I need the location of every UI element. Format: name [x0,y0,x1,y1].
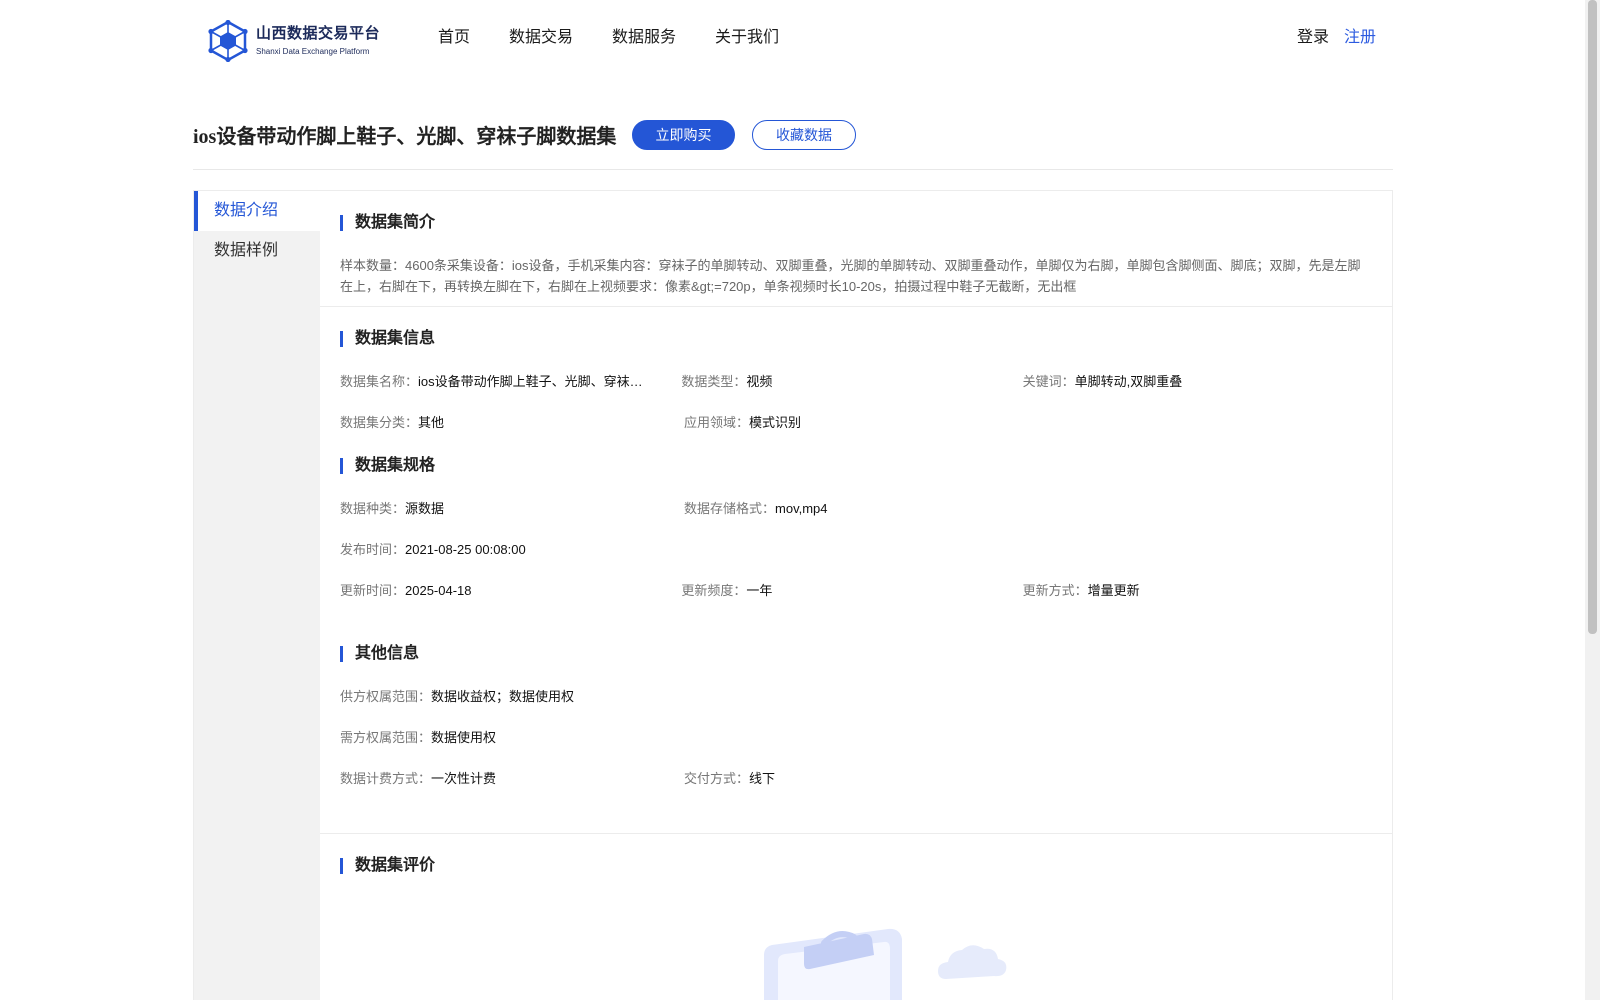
field-demand-rights: 需方权属范围：数据使用权 [340,728,684,748]
field-label: 发布时间： [340,542,406,557]
nav-home[interactable]: 首页 [438,27,470,49]
section-dataset-info: 数据集信息 数据集名称：ios设备带动作脚上鞋子、光脚、穿袜子脚数据集 数据类型… [320,307,1392,834]
nav-data-services[interactable]: 数据服务 [612,27,676,49]
field-value: 单脚转动,双脚重叠 [1074,374,1183,389]
field-data-kind: 数据种类：源数据 [340,499,684,519]
info-row: 数据种类：源数据 数据存储格式：mov,mp4 [340,499,1364,519]
field-label: 数据种类： [340,501,406,516]
logo-title-cn: 山西数据交易平台 [256,24,381,42]
field-label: 数据集分类： [340,415,419,430]
site-header: 山西数据交易平台 Shanxi Data Exchange Platform 首… [0,0,1585,78]
field-label: 供方权属范围： [340,689,432,704]
favorite-dataset-button[interactable]: 收藏数据 [752,120,856,150]
field-keywords: 关键词：单脚转动,双脚重叠 [1023,372,1364,392]
field-update-time: 更新时间：2025-04-18 [340,581,681,601]
field-value: 增量更新 [1087,583,1140,598]
field-dataset-name: 数据集名称：ios设备带动作脚上鞋子、光脚、穿袜子脚数据集 [340,372,681,392]
field-application-domain: 应用领域：模式识别 [684,413,1028,433]
field-supply-rights: 供方权属范围：数据收益权；数据使用权 [340,687,684,707]
info-row: 发布时间：2021-08-25 00:08:00 [340,540,1364,560]
page-scrollbar[interactable] [1585,0,1600,1000]
field-billing-method: 数据计费方式：一次性计费 [340,769,684,789]
field-label: 需方权属范围： [340,730,432,745]
field-label: 数据类型： [681,374,747,389]
detail-sidebar: 数据介绍 数据样例 [194,191,320,1000]
field-label: 交付方式： [684,771,750,786]
field-label: 数据集名称： [340,374,419,389]
field-dataset-category: 数据集分类：其他 [340,413,684,433]
field-value: 一年 [746,583,773,598]
field-value: 数据收益权；数据使用权 [431,689,575,704]
section-heading-evaluation: 数据集评价 [340,856,1364,876]
info-row: 更新时间：2025-04-18 更新频度：一年 更新方式：增量更新 [340,581,1364,601]
dataset-intro-text: 样本数量：4600条采集设备：ios设备，手机采集内容：穿袜子的单脚转动、双脚重… [340,258,1361,294]
field-update-frequency: 更新频度：一年 [681,581,1022,601]
field-value: 源数据 [405,501,445,516]
nav-data-trading[interactable]: 数据交易 [509,27,573,49]
auth-links: 登录 注册 [1282,27,1376,49]
field-update-mode: 更新方式：增量更新 [1023,581,1364,601]
field-delivery-method: 交付方式：线下 [684,769,1028,789]
section-heading-info: 数据集信息 [340,329,1364,349]
logo-title-en: Shanxi Data Exchange Platform [256,46,370,56]
sidebar-item-data-intro[interactable]: 数据介绍 [194,191,320,231]
field-label: 更新时间： [340,583,406,598]
login-link[interactable]: 登录 [1297,27,1329,49]
field-value: 线下 [749,771,776,786]
field-publish-time: 发布时间：2021-08-25 00:08:00 [340,540,684,560]
section-heading-spec: 数据集规格 [340,456,1364,476]
dataset-detail-panel: 数据介绍 数据样例 数据集简介 样本数量：4600条采集设备：ios设备，手机采… [193,190,1393,1000]
field-label: 数据存储格式： [684,501,776,516]
info-row: 数据集分类：其他 应用领域：模式识别 [340,413,1364,433]
nav-about-us[interactable]: 关于我们 [715,27,779,49]
field-label: 更新方式： [1022,583,1088,598]
field-value: 视频 [746,374,773,389]
detail-content: 数据集简介 样本数量：4600条采集设备：ios设备，手机采集内容：穿袜子的单脚… [320,191,1392,1000]
field-value: 其他 [418,415,445,430]
field-value: mov,mp4 [775,501,828,516]
field-label: 应用领域： [684,415,750,430]
field-label: 更新频度： [681,583,747,598]
field-value: 2021-08-25 00:08:00 [405,542,526,557]
logo-text: 山西数据交易平台 Shanxi Data Exchange Platform [256,25,380,58]
page-title: ios设备带动作脚上鞋子、光脚、穿袜子脚数据集 [193,126,617,148]
section-dataset-evaluation: 数据集评价 [320,834,1392,1000]
main-nav: 首页 数据交易 数据服务 关于我们 [438,27,818,49]
section-heading-other: 其他信息 [340,644,1364,664]
info-row: 需方权属范围：数据使用权 [340,728,1364,748]
empty-clipboard-icon [764,928,1007,1000]
site-logo[interactable]: 山西数据交易平台 Shanxi Data Exchange Platform [208,20,380,62]
sidebar-item-data-sample[interactable]: 数据样例 [194,231,320,271]
section-heading-intro: 数据集简介 [340,213,1364,233]
register-link[interactable]: 注册 [1344,27,1376,49]
field-data-type: 数据类型：视频 [681,372,1022,392]
info-row: 数据计费方式：一次性计费 交付方式：线下 [340,769,1364,789]
logo-hexagon-icon [208,20,248,62]
dataset-title-bar: ios设备带动作脚上鞋子、光脚、穿袜子脚数据集 立即购买 收藏数据 [193,118,1393,170]
field-value: 数据使用权 [431,730,497,745]
field-value: 2025-04-18 [405,583,472,598]
field-label: 关键词： [1022,374,1075,389]
info-row: 供方权属范围：数据收益权；数据使用权 [340,687,1364,707]
scrollbar-thumb[interactable] [1588,0,1597,634]
section-dataset-intro: 数据集简介 样本数量：4600条采集设备：ios设备，手机采集内容：穿袜子的单脚… [320,191,1392,307]
field-label: 数据计费方式： [340,771,432,786]
field-value: 模式识别 [749,415,802,430]
buy-now-button[interactable]: 立即购买 [632,120,735,150]
field-storage-format: 数据存储格式：mov,mp4 [684,499,1028,519]
field-value: 一次性计费 [431,771,497,786]
field-value: ios设备带动作脚上鞋子、光脚、穿袜子脚数据集 [418,374,648,389]
info-row: 数据集名称：ios设备带动作脚上鞋子、光脚、穿袜子脚数据集 数据类型：视频 关键… [340,372,1364,392]
